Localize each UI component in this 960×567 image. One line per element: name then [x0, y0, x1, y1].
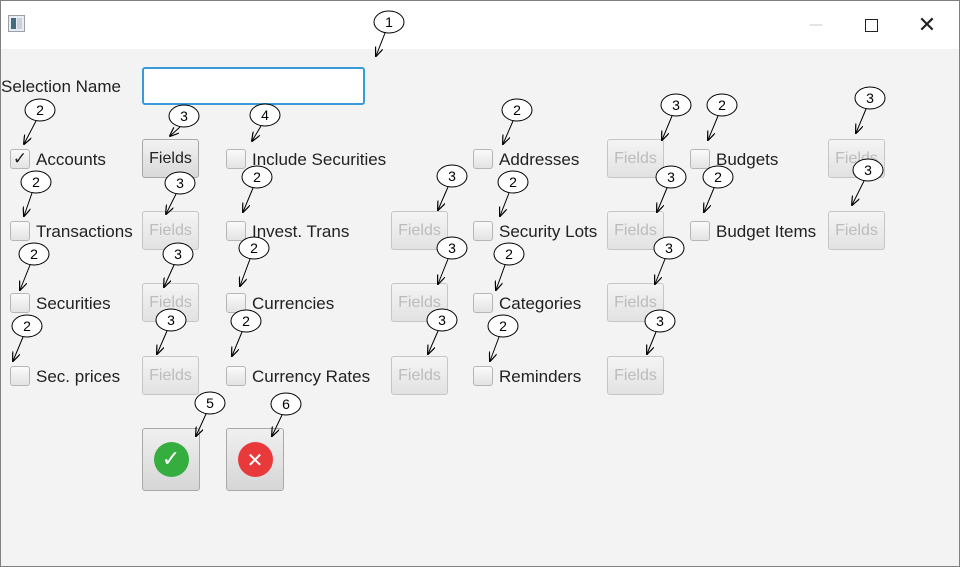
app-window-icon: [8, 15, 25, 32]
transactions-fields-button[interactable]: Fields: [142, 211, 199, 250]
currencies-checkbox-label: Currencies: [252, 294, 335, 313]
accounts-fields-button[interactable]: Fields: [142, 139, 199, 178]
ok-button[interactable]: ✓: [142, 428, 200, 491]
transactions-checkbox[interactable]: [10, 221, 30, 241]
close-icon[interactable]: ✕: [909, 9, 945, 41]
currency-rates-fields-button[interactable]: Fields: [391, 356, 448, 395]
addresses-fields-button[interactable]: Fields: [607, 139, 664, 178]
invest-trans-checkbox[interactable]: [226, 221, 246, 241]
budget-items-fields-button[interactable]: Fields: [828, 211, 885, 250]
sec-prices-checkbox[interactable]: [10, 366, 30, 386]
reminders-checkbox[interactable]: [473, 366, 493, 386]
currency-rates-checkbox[interactable]: [226, 366, 246, 386]
export-selection-window: — ✕ Selection Name ✓ Accounts Fields Tra…: [0, 0, 960, 567]
categories-checkbox[interactable]: [473, 293, 493, 313]
security-lots-fields-button[interactable]: Fields: [607, 211, 664, 250]
securities-checkbox[interactable]: [10, 293, 30, 313]
include-securities-checkbox[interactable]: [226, 149, 246, 169]
addresses-checkbox[interactable]: [473, 149, 493, 169]
accounts-checkbox-label: Accounts: [36, 150, 106, 169]
security-lots-checkbox[interactable]: [473, 221, 493, 241]
selection-name-input[interactable]: [142, 67, 365, 105]
budget-items-checkbox-label: Budget Items: [716, 222, 817, 241]
reminders-checkbox-label: Reminders: [499, 367, 582, 386]
checkmark-icon: ✓: [153, 442, 189, 477]
cancel-x-icon: ✕: [237, 442, 273, 477]
securities-fields-button[interactable]: Fields: [142, 283, 199, 322]
currencies-fields-button[interactable]: Fields: [391, 283, 448, 322]
security-lots-checkbox-label: Security Lots: [499, 222, 598, 241]
sec-prices-checkbox-label: Sec. prices: [36, 367, 121, 386]
title-bar: — ✕: [1, 1, 959, 49]
securities-checkbox-label: Securities: [36, 294, 111, 313]
minimize-icon[interactable]: —: [798, 9, 834, 41]
categories-fields-button[interactable]: Fields: [607, 283, 664, 322]
sec-prices-fields-button[interactable]: Fields: [142, 356, 199, 395]
transactions-checkbox-label: Transactions: [36, 222, 133, 241]
selection-name-label: Selection Name: [1, 77, 122, 96]
currencies-checkbox[interactable]: [226, 293, 246, 313]
addresses-checkbox-label: Addresses: [499, 150, 580, 169]
budget-items-checkbox[interactable]: [690, 221, 710, 241]
reminders-fields-button[interactable]: Fields: [607, 356, 664, 395]
currency-rates-checkbox-label: Currency Rates: [252, 367, 371, 386]
invest-trans-checkbox-label: Invest. Trans: [252, 222, 350, 241]
include-securities-checkbox-label: Include Securities: [252, 150, 387, 169]
cancel-button[interactable]: ✕: [226, 428, 284, 491]
categories-checkbox-label: Categories: [499, 294, 582, 313]
budgets-fields-button[interactable]: Fields: [828, 139, 885, 178]
invest-trans-fields-button[interactable]: Fields: [391, 211, 448, 250]
maximize-icon[interactable]: [853, 9, 889, 41]
budgets-checkbox[interactable]: [690, 149, 710, 169]
accounts-checkbox[interactable]: ✓: [10, 149, 30, 169]
budgets-checkbox-label: Budgets: [716, 150, 779, 169]
